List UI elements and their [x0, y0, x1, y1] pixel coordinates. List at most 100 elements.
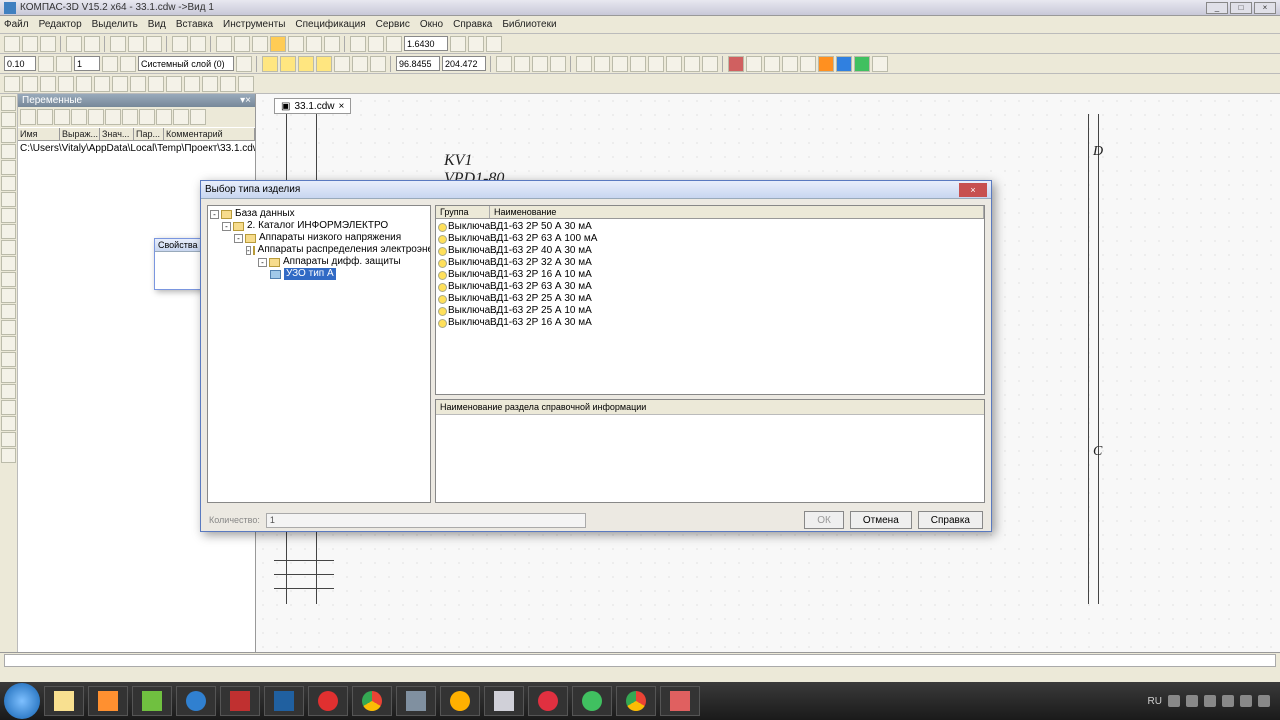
snap-d-icon[interactable] [316, 56, 332, 72]
task-app6[interactable] [440, 686, 480, 716]
close-button[interactable]: × [1254, 2, 1276, 14]
vp-g-icon[interactable] [122, 109, 138, 125]
linewidth-input[interactable] [4, 56, 36, 71]
t3-f-icon[interactable] [94, 76, 110, 92]
tool-e-icon[interactable] [288, 36, 304, 52]
minimize-button[interactable]: _ [1206, 2, 1228, 14]
lt-line-icon[interactable] [1, 112, 16, 127]
lt-e-icon[interactable] [1, 320, 16, 335]
lt-dim-icon[interactable] [1, 224, 16, 239]
lt-m-icon[interactable] [1, 448, 16, 463]
list-col-group[interactable]: Группа [436, 206, 490, 218]
lt-f-icon[interactable] [1, 336, 16, 351]
tree-node-distrib[interactable]: -Аппараты распределения электроэнергии [210, 244, 428, 256]
coordy-input[interactable] [442, 56, 486, 71]
menu-window[interactable]: Окно [420, 19, 443, 30]
varpanel-close-icon[interactable]: × [245, 95, 251, 106]
lt-l-icon[interactable] [1, 432, 16, 447]
grid-icon[interactable] [352, 56, 368, 72]
lt-i-icon[interactable] [1, 384, 16, 399]
zoom-dd-icon[interactable] [450, 36, 466, 52]
lib-d-icon[interactable] [630, 56, 646, 72]
open-icon[interactable] [22, 36, 38, 52]
lw-dd-icon[interactable] [38, 56, 54, 72]
t3-e-icon[interactable] [76, 76, 92, 92]
dim-c-icon[interactable] [532, 56, 548, 72]
variables-row[interactable]: C:\Users\Vitaly\AppData\Local\Temp\Проек… [20, 143, 253, 154]
list-row[interactable]: Выключа...ВД1-63 2Р 63 А 30 мА [438, 281, 982, 293]
task-calc[interactable] [484, 686, 524, 716]
lib-e-icon[interactable] [648, 56, 664, 72]
redo-icon[interactable] [190, 36, 206, 52]
t3-b-icon[interactable] [22, 76, 38, 92]
task-app5[interactable] [396, 686, 436, 716]
tool-a-icon[interactable] [216, 36, 232, 52]
ok-button[interactable]: ОК [804, 511, 844, 529]
start-button[interactable] [4, 683, 40, 719]
lt-circle-icon[interactable] [1, 144, 16, 159]
dialog-titlebar[interactable]: Выбор типа изделия × [201, 181, 991, 199]
task-app1[interactable] [132, 686, 172, 716]
vp-b-icon[interactable] [37, 109, 53, 125]
dim-b-icon[interactable] [514, 56, 530, 72]
elec-d-icon[interactable] [782, 56, 798, 72]
t3-i-icon[interactable] [148, 76, 164, 92]
undo-icon[interactable] [172, 36, 188, 52]
lt-d-icon[interactable] [1, 304, 16, 319]
elec-e-icon[interactable] [800, 56, 816, 72]
t3-l-icon[interactable] [202, 76, 218, 92]
layers-icon[interactable] [120, 56, 136, 72]
lt-select-icon[interactable] [1, 96, 16, 111]
help-button[interactable]: Справка [918, 511, 983, 529]
vp-f-icon[interactable] [105, 109, 121, 125]
tool-b-icon[interactable] [234, 36, 250, 52]
elec-a-icon[interactable] [728, 56, 744, 72]
tree-pane[interactable]: -База данных -2. Каталог ИНФОРМЭЛЕКТРО -… [207, 205, 431, 503]
task-app2[interactable] [176, 686, 216, 716]
num-input[interactable] [74, 56, 100, 71]
tree-node-selected[interactable]: УЗО тип А [210, 268, 428, 280]
coordx-input[interactable] [396, 56, 440, 71]
vp-col-expr[interactable]: Выраж... [60, 128, 100, 140]
zoom-input[interactable] [404, 36, 448, 51]
help-icon[interactable] [324, 36, 340, 52]
tray-lang[interactable]: RU [1148, 696, 1162, 707]
tree-root[interactable]: -База данных [210, 208, 428, 220]
copy-icon[interactable] [128, 36, 144, 52]
maximize-button[interactable]: □ [1230, 2, 1252, 14]
t3-c-icon[interactable] [40, 76, 56, 92]
document-tab[interactable]: ▣ 33.1.cdw × [274, 98, 351, 114]
snap-a-icon[interactable] [262, 56, 278, 72]
dim-a-icon[interactable] [496, 56, 512, 72]
paste-icon[interactable] [146, 36, 162, 52]
vp-a-icon[interactable] [20, 109, 36, 125]
lt-j-icon[interactable] [1, 400, 16, 415]
lt-text-icon[interactable] [1, 208, 16, 223]
elec-g-icon[interactable] [836, 56, 852, 72]
refresh-icon[interactable] [486, 36, 502, 52]
lt-arc-icon[interactable] [1, 128, 16, 143]
task-app7[interactable] [572, 686, 612, 716]
menu-view[interactable]: Вид [148, 19, 166, 30]
lib-a-icon[interactable] [576, 56, 592, 72]
task-opera[interactable] [528, 686, 568, 716]
dialog-close-button[interactable]: × [959, 183, 987, 197]
tree-node-catalog[interactable]: -2. Каталог ИНФОРМЭЛЕКТРО [210, 220, 428, 232]
lt-rect-icon[interactable] [1, 160, 16, 175]
task-app4[interactable] [308, 686, 348, 716]
vp-j-icon[interactable] [173, 109, 189, 125]
list-col-name[interactable]: Наименование [490, 206, 984, 218]
lib-b-icon[interactable] [594, 56, 610, 72]
tray-icon-4[interactable] [1222, 695, 1234, 707]
cancel-button[interactable]: Отмена [850, 511, 912, 529]
t3-j-icon[interactable] [166, 76, 182, 92]
list-row[interactable]: Выключа...ВД1-63 2Р 16 А 10 мА [438, 269, 982, 281]
save-icon[interactable] [40, 36, 56, 52]
t3-h-icon[interactable] [130, 76, 146, 92]
lt-spline-icon[interactable] [1, 192, 16, 207]
elec-c-icon[interactable] [764, 56, 780, 72]
menu-lib[interactable]: Библиотеки [502, 19, 556, 30]
menu-tools[interactable]: Инструменты [223, 19, 285, 30]
ortho-icon[interactable] [334, 56, 350, 72]
snap-e-icon[interactable] [370, 56, 386, 72]
